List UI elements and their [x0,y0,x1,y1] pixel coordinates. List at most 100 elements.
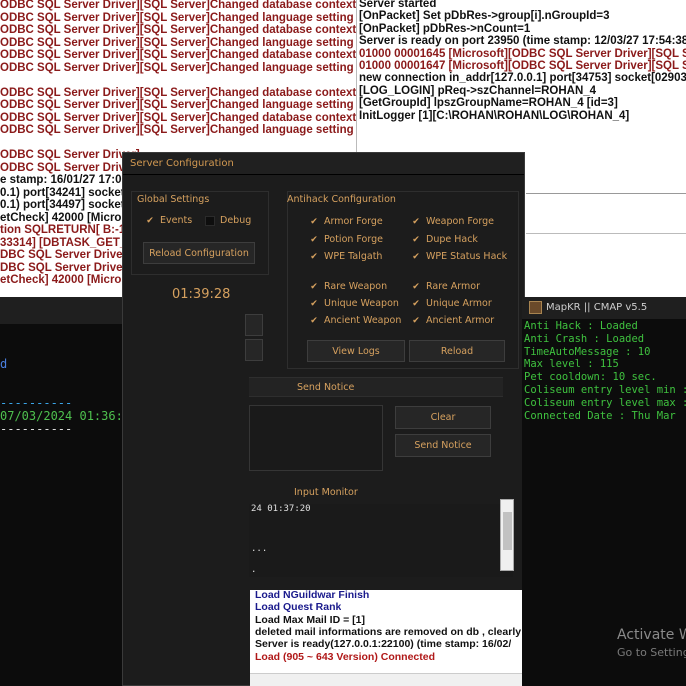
log-line: new connection in_addr[127.0.0.1] port[3… [359,72,686,85]
log-line: Load Max Mail ID = [1] [255,613,365,626]
check-icon: ✔ [412,298,420,309]
log-line: 01000 00001647 [Microsoft][ODBC SQL Serv… [359,60,686,72]
log-line: 01000 00001645 [Microsoft][ODBC SQL Serv… [359,47,686,60]
log-line: ODBC SQL Server Driver][SQL Server]Chang… [0,11,360,24]
log-line: 0.1) port[34497] socket [0,199,125,211]
wpe-talgath-checkbox[interactable]: ✔ WPE Talgath [309,251,382,262]
terminal-date: 07/03/2024 01:36:22 [0,409,138,423]
ancient-weapon-checkbox[interactable]: ✔ Ancient Weapon [309,315,401,326]
scroll-thumb[interactable] [503,512,512,550]
side-button[interactable] [245,314,263,336]
log-line: ... [251,544,268,554]
window-titlebar[interactable]: MapKR || CMAP v5.5 [522,297,686,319]
log-line: Server started [359,0,437,10]
checkbox-empty-icon [205,215,215,226]
check-icon: ✔ [146,215,154,226]
unique-weapon-checkbox[interactable]: ✔ Unique Weapon [309,298,399,309]
rare-armor-checkbox[interactable]: ✔ Rare Armor [411,281,480,292]
log-line: [OnPacket] pDbRes->nCount=1 [359,22,531,35]
input-monitor-log: 24 01:37:20 ... . [249,504,513,577]
log-line: 33314] [DBTASK_GET_IT [0,236,137,249]
log-line: Coliseum entry level min : [524,384,686,396]
check-icon: ✔ [310,216,318,227]
rare-weapon-checkbox[interactable]: ✔ Rare Weapon [309,281,387,292]
check-icon: ✔ [412,315,420,326]
game-server-log-window: Load NGuildwar Finish Load Quest Rank Load… [250,590,524,686]
dupe-hack-checkbox[interactable]: ✔ Dupe Hack [411,234,478,245]
side-button[interactable] [245,339,263,361]
check-icon: ✔ [310,298,318,309]
ancient-armor-checkbox[interactable]: ✔ Ancient Armor [411,315,494,326]
log-line: InitLogger [1][C:\ROHAN\ROHAN\LOG\ROHAN_… [359,109,630,122]
send-notice-label: Send Notice [297,382,355,393]
log-line: etCheck] 42000 [Microso [0,211,135,224]
unique-armor-checkbox[interactable]: ✔ Unique Armor [411,298,492,309]
global-settings-label: Global Settings [137,194,210,205]
log-line: ODBC SQL Server Driver][SQL Server]Chang… [0,36,360,49]
log-line: deleted mail informations are removed on… [255,625,522,638]
log-line: etCheck] 42000 [Micros [0,274,128,286]
log-line: ODBC SQL Server Driver][SQL Server]Chang… [0,24,360,36]
log-line: DBC SQL Server Driver [0,261,127,274]
log-line: e stamp: 16/01/27 17:06 [0,174,128,186]
wpe-status-hack-checkbox[interactable]: ✔ WPE Status Hack [411,251,507,262]
clear-button[interactable]: Clear [395,406,491,429]
log-line: ODBC SQL Server Driver][SQL Server]Chang… [0,61,360,74]
reload-button[interactable]: Reload [409,340,505,362]
check-icon: ✔ [310,281,318,292]
server-clock: 01:39:28 [172,287,231,302]
log-line: Anti Crash : Loaded [524,332,645,345]
log-line: [OnPacket] Set pDbRes->group[i].nGroupId… [359,10,610,23]
send-notice-button[interactable]: Send Notice [395,434,491,457]
log-line: TimeAutoMessage : 10 [524,345,651,358]
log-line: . [251,565,257,575]
log-line: Anti Hack : Loaded [524,320,638,332]
log-line: Connected Date : Thu Mar [524,409,676,422]
log-line: Load Quest Rank [255,601,342,614]
terminal-line: d [0,357,8,371]
check-icon: ✔ [310,234,318,245]
view-logs-button[interactable]: View Logs [307,340,405,362]
window-title: MapKR || CMAP v5.5 [546,302,648,313]
window-titlebar[interactable]: Server Configuration [123,153,524,175]
log-line: Server is ready(127.0.0.1:22100) (time s… [255,638,512,651]
app-icon [529,301,542,314]
log-line: [LOG_LOGIN] pReq->szChannel=ROHAN_4 [359,84,597,97]
log-line: Pet cooldown: 10 sec. [524,371,657,384]
input-monitor-scrollbar[interactable] [500,499,514,571]
log-line: ODBC SQL Server Driver][SQL Server]Chang… [0,86,360,99]
antihack-label: Antihack Configuration [287,194,396,205]
send-notice-header [249,377,503,397]
log-line: ODBC SQL Server Driver] [0,161,140,174]
log-line: ODBC SQL Server Driver][SQL Server]Chang… [0,0,360,11]
activation-watermark-subtitle: Go to Settings [617,646,686,659]
notice-textarea[interactable] [249,405,383,471]
horizontal-scrollbar[interactable] [250,673,524,686]
log-line: ODBC SQL Server Driver][SQL Server]Chang… [0,99,360,111]
divider [526,233,686,234]
log-line: Load NGuildwar Finish [255,590,370,601]
window-title: Server Configuration [130,158,234,169]
log-line: Coliseum entry level max : [524,396,686,409]
log-line: 24 01:37:20 [251,504,311,514]
armor-forge-checkbox[interactable]: ✔ Armor Forge [309,216,383,227]
terminal-separator: ---------- [0,422,73,436]
check-icon: ✔ [310,315,318,326]
weapon-forge-checkbox[interactable]: ✔ Weapon Forge [411,216,494,227]
log-line: ODBC SQL Server Driver][SQL Server]Chang… [0,49,360,61]
debug-checkbox[interactable]: Debug [205,215,251,226]
activation-watermark-title: Activate W [617,627,686,643]
log-line: [GetGroupId] lpszGroupName=ROHAN_4 [id=3… [359,97,618,110]
check-icon: ✔ [412,216,420,227]
check-icon: ✔ [412,251,420,262]
background-window-strip [526,195,686,295]
divider [526,193,686,194]
log-line: DBC SQL Server Driver [0,249,127,261]
events-checkbox[interactable]: ✔ Events [145,215,192,226]
log-line: 0.1) port[34241] socket [0,186,125,199]
potion-forge-checkbox[interactable]: ✔ Potion Forge [309,234,383,245]
reload-configuration-button[interactable]: Reload Configuration [143,242,255,264]
log-line: ODBC SQL Server Driver][SQL Server]Chang… [0,111,360,124]
check-icon: ✔ [310,251,318,262]
terminal-separator: ---------- [0,396,73,410]
